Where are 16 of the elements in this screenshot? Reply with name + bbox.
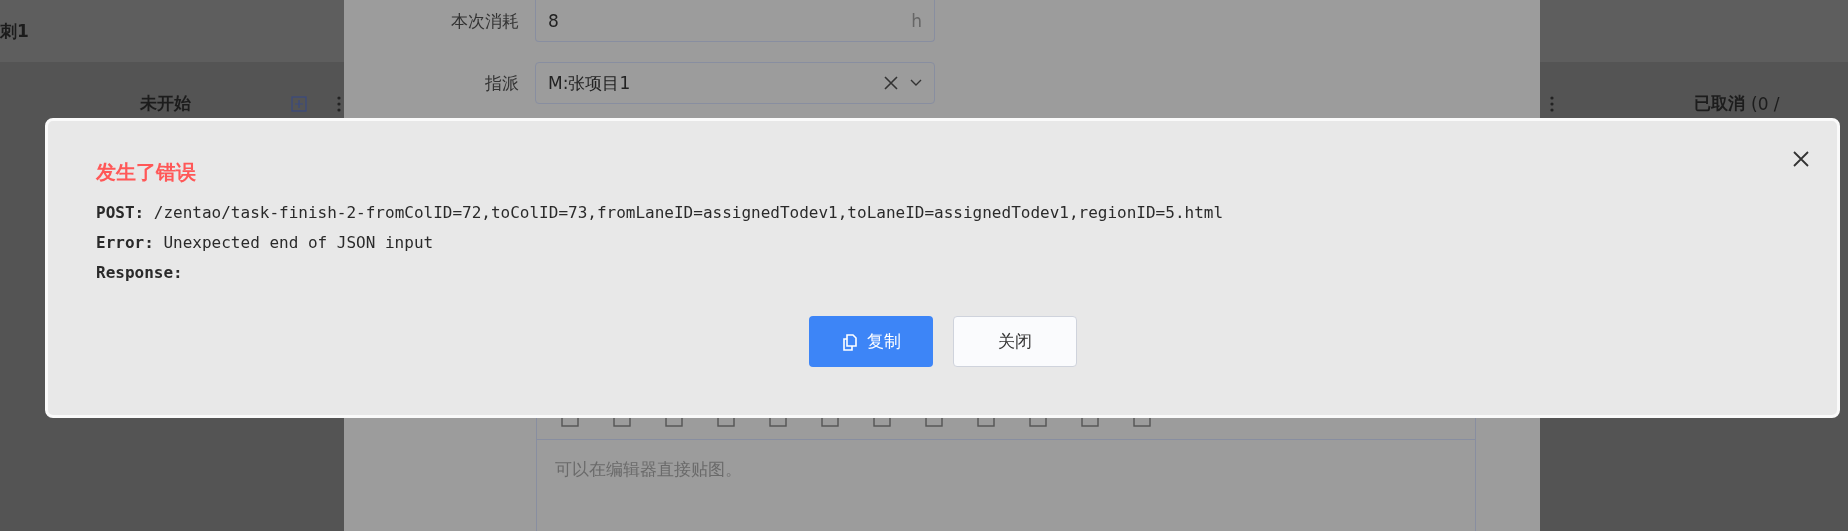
- error-line: POST: /zentao/task-finish-2-fromColID=72,toColID=73,fromLaneID=assignedTodev1,toLaneID=assignedTodev1,regionID=5.html: [96, 202, 1225, 224]
- copy-icon: [840, 332, 859, 351]
- error-line: Response:: [96, 262, 184, 284]
- field-label: 本次消耗: [450, 9, 520, 33]
- clear-icon[interactable]: [884, 76, 898, 90]
- column-count: (0 /: [1751, 93, 1780, 114]
- select-field[interactable]: M:张项目1: [535, 62, 935, 104]
- board-title: 刺1: [0, 19, 29, 43]
- chevron-down-icon[interactable]: [910, 79, 922, 87]
- close-button[interactable]: 关闭: [952, 316, 1077, 367]
- column-title: 未开始: [140, 92, 191, 115]
- column-title: 已取消: [1694, 92, 1745, 115]
- error-line: Error: Unexpected end of JSON input: [96, 232, 435, 254]
- dialog-title: 发生了错误: [96, 159, 197, 186]
- copy-button[interactable]: 复制: [808, 316, 933, 367]
- field-label: 指派: [484, 71, 520, 95]
